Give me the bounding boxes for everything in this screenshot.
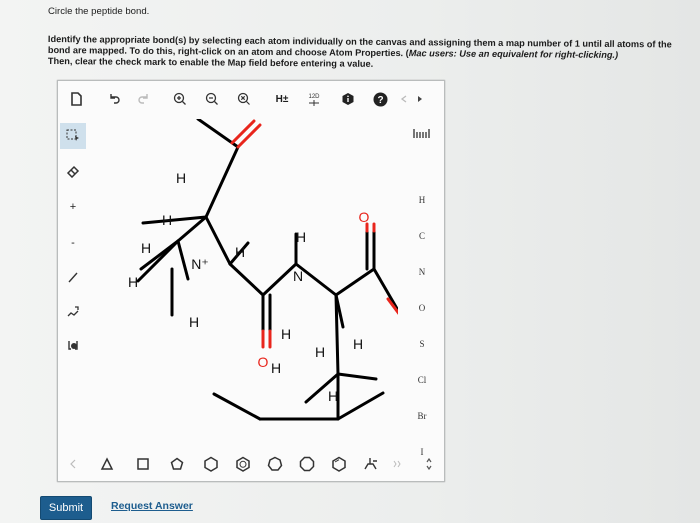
- hydrogen-atom[interactable]: H: [328, 388, 338, 404]
- element-br-button[interactable]: Br: [403, 411, 441, 421]
- select-tool-icon[interactable]: [60, 123, 86, 149]
- eraser-tool-icon[interactable]: [63, 161, 83, 181]
- element-n-button[interactable]: N: [403, 267, 441, 277]
- element-s-button[interactable]: S: [403, 339, 441, 349]
- oxygen-atom[interactable]: O: [359, 209, 370, 225]
- left-toolbar: + -: [58, 119, 88, 459]
- bond-line[interactable]: [334, 293, 340, 376]
- hydrogen-atom[interactable]: H: [296, 229, 306, 245]
- bond-line[interactable]: [141, 215, 208, 225]
- bond-line[interactable]: [334, 267, 376, 297]
- periodic-table-icon[interactable]: [403, 127, 441, 141]
- element-palette-scroll-icon[interactable]: [420, 455, 438, 473]
- bond-line[interactable]: [336, 391, 385, 421]
- cycloheptane-icon[interactable]: [266, 455, 284, 473]
- hydrogen-toggle-button[interactable]: H±: [270, 89, 294, 109]
- bond-line[interactable]: [212, 392, 262, 421]
- molecule-editor: H± 12D ? + - H H H H N⁺ H H H N H O O H …: [57, 80, 445, 482]
- bond-line[interactable]: [372, 267, 405, 321]
- zoom-fit-icon[interactable]: [234, 89, 254, 109]
- single-bond-tool-icon[interactable]: [63, 267, 83, 287]
- hydrogen-atom[interactable]: H: [162, 212, 172, 228]
- templates-scroll-right-icon[interactable]: [388, 455, 406, 473]
- nitrogen-atom[interactable]: N: [293, 268, 303, 284]
- bond-line[interactable]: [176, 239, 190, 281]
- element-o-button[interactable]: O: [403, 303, 441, 313]
- element-h-button[interactable]: H: [403, 195, 441, 205]
- charge-minus-icon[interactable]: -: [63, 233, 83, 253]
- benzene-icon[interactable]: [234, 455, 252, 473]
- bond-line[interactable]: [336, 372, 378, 381]
- bond-line[interactable]: [261, 262, 298, 297]
- map-number-icon[interactable]: 12D: [304, 89, 324, 109]
- bond-line[interactable]: [204, 215, 232, 266]
- steroid-template-icon[interactable]: [362, 455, 380, 473]
- element-cl-button[interactable]: Cl: [403, 375, 441, 385]
- request-answer-link[interactable]: Request Answer: [111, 500, 193, 512]
- info-icon[interactable]: [338, 89, 358, 109]
- editor-toolbar: H± 12D ?: [58, 81, 444, 119]
- instruction-mac: Mac users: Use an equivalent for right-c…: [408, 48, 619, 60]
- nitrogen-atom[interactable]: N⁺: [191, 256, 209, 272]
- cyclobutane-icon[interactable]: [134, 455, 152, 473]
- hydrogen-atom[interactable]: H: [271, 360, 281, 376]
- hydrogen-atom[interactable]: H: [235, 244, 245, 260]
- templates-scroll-left-icon[interactable]: [64, 455, 82, 473]
- element-palette: H C N O S Cl Br I: [403, 119, 441, 459]
- cyclohexane-icon[interactable]: [202, 455, 220, 473]
- toolbar-scroll-right-icon[interactable]: [414, 89, 426, 109]
- template-tool-icon[interactable]: [63, 335, 83, 355]
- map-number-label: 12D: [308, 94, 320, 100]
- hydrogen-atom[interactable]: H: [128, 274, 138, 290]
- chain-tool-icon[interactable]: [63, 301, 83, 321]
- redo-icon[interactable]: [134, 89, 154, 109]
- cyclooctane-icon[interactable]: [298, 455, 316, 473]
- hydrogen-atom[interactable]: H: [281, 326, 291, 342]
- oxygen-atom[interactable]: O: [258, 354, 269, 370]
- hydrogen-atom[interactable]: H: [141, 240, 151, 256]
- toolbar-scroll-left-icon[interactable]: [398, 89, 410, 109]
- element-c-button[interactable]: C: [403, 231, 441, 241]
- oxygen-bond-line[interactable]: [230, 119, 256, 145]
- question-title: Circle the peptide bond.: [48, 6, 150, 17]
- ring-templates-bar: [58, 449, 444, 479]
- cyclopentane-icon[interactable]: [168, 455, 186, 473]
- hydrogen-atom[interactable]: H: [315, 344, 325, 360]
- new-document-icon[interactable]: [66, 89, 86, 109]
- bond-line[interactable]: [204, 145, 240, 219]
- hydrogen-atom[interactable]: H: [176, 170, 186, 186]
- oxygen-bond-line[interactable]: [236, 123, 262, 149]
- zoom-out-icon[interactable]: [202, 89, 222, 109]
- hydrogen-atom[interactable]: H: [353, 336, 363, 352]
- zoom-in-icon[interactable]: [170, 89, 190, 109]
- charge-plus-icon[interactable]: +: [63, 197, 83, 217]
- help-icon[interactable]: ?: [370, 89, 390, 109]
- hydrogen-atom[interactable]: H: [189, 314, 199, 330]
- bond-line[interactable]: [228, 262, 265, 297]
- drawing-canvas[interactable]: H H H H N⁺ H H H N H O O H H H H: [88, 117, 405, 451]
- submit-button[interactable]: Submit: [40, 496, 92, 520]
- svg-text:?: ?: [377, 95, 383, 106]
- cyclopentadiene-icon[interactable]: [330, 455, 348, 473]
- undo-icon[interactable]: [104, 89, 124, 109]
- cyclopropane-icon[interactable]: [98, 455, 116, 473]
